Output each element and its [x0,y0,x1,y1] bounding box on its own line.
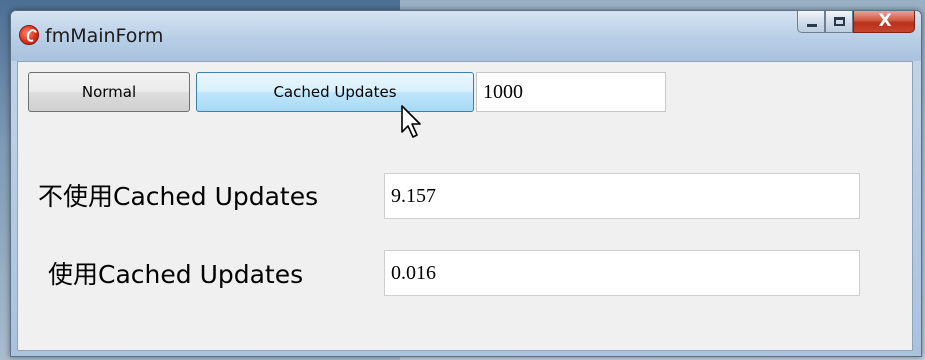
close-icon: X [878,11,892,31]
title-bar[interactable]: fmMainForm X [11,11,921,61]
form-client-area: Normal Cached Updates 不使用Cached Updates … [17,61,913,351]
window-title: fmMainForm [45,25,164,47]
mouse-pointer-icon [401,105,421,138]
normal-button[interactable]: Normal [28,72,190,112]
with-cached-updates-label: 使用Cached Updates [48,260,304,289]
without-cached-updates-time-field[interactable]: 9.157 [384,173,860,219]
main-window: fmMainForm X Normal Cached Updates 不使用Ca… [10,10,922,357]
record-count-input[interactable] [476,72,666,112]
maximize-icon [834,17,845,26]
caption-buttons: X [797,11,915,35]
cached-updates-button[interactable]: Cached Updates [196,72,474,112]
without-cached-updates-label: 不使用Cached Updates [38,182,319,211]
minimize-icon [807,24,817,27]
with-cached-updates-time-field[interactable]: 0.016 [384,250,860,296]
minimize-button[interactable] [797,11,825,33]
app-icon[interactable] [19,25,39,45]
maximize-button[interactable] [825,11,853,33]
close-button[interactable]: X [853,11,915,33]
